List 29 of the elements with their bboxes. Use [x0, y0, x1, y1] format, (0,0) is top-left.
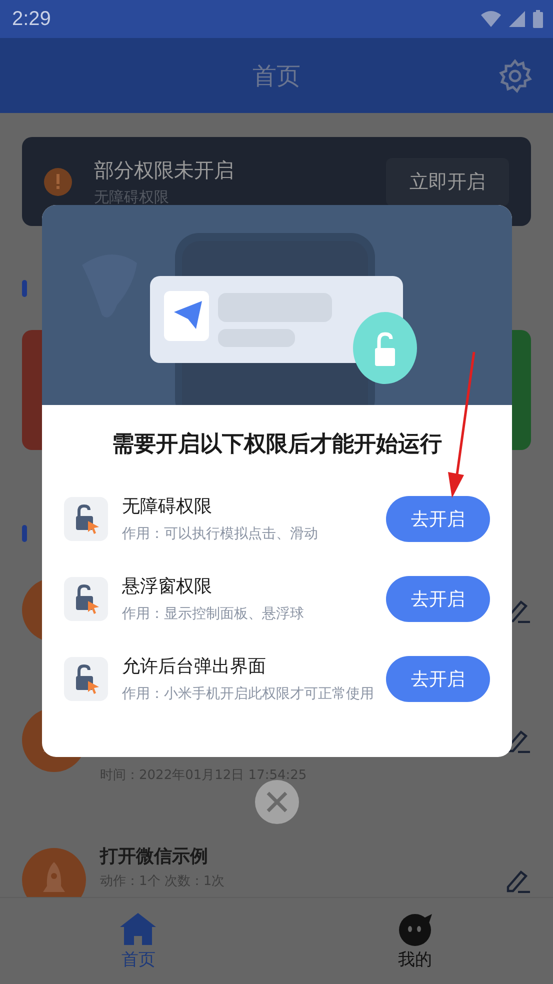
permission-name: 允许后台弹出界面: [122, 654, 267, 678]
unlock-icon: [64, 497, 108, 541]
permission-description: 作用：小米手机开启此权限才可正常使用: [122, 684, 375, 704]
signal-icon: [509, 11, 525, 27]
page-title: 首页: [252, 60, 300, 92]
task-title: 打开微信示例: [100, 845, 209, 868]
unlock-icon: [64, 577, 108, 621]
enable-button[interactable]: 去开启: [386, 576, 490, 622]
close-button[interactable]: [255, 780, 299, 824]
close-icon[interactable]: [265, 790, 289, 814]
warning-title: 部分权限未开启: [94, 156, 235, 184]
wifi-icon: [481, 11, 501, 27]
dialog-title: 需要开启以下权限后才能开始运行: [111, 431, 443, 459]
settings-icon[interactable]: [497, 58, 533, 94]
permission-description: 作用：显示控制面板、悬浮球: [122, 604, 305, 624]
section-marker: [22, 280, 27, 297]
status-time: 2:29: [12, 8, 51, 30]
enable-button[interactable]: 去开启: [386, 496, 490, 542]
nav-tab[interactable]: 我的: [276, 898, 553, 984]
permission-name: 悬浮窗权限: [122, 574, 213, 598]
enable-button[interactable]: 去开启: [386, 656, 490, 702]
section-marker: [22, 525, 27, 542]
warning-icon: [44, 168, 72, 196]
unlock-icon: [64, 657, 108, 701]
permission-name: 无障碍权限: [122, 494, 213, 518]
enable-button[interactable]: 立即开启: [386, 158, 509, 206]
battery-icon: [533, 10, 543, 28]
home-icon[interactable]: [119, 912, 158, 946]
permission-description: 作用：可以执行模拟点击、滑动: [122, 524, 319, 544]
